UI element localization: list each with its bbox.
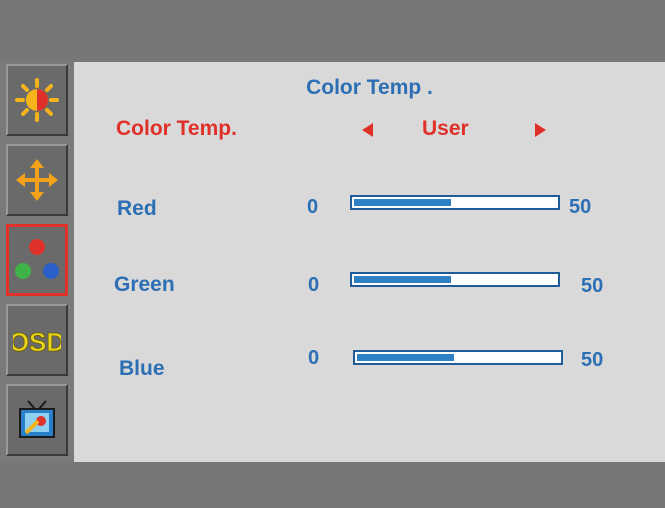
- position-menu-button[interactable]: [6, 144, 68, 216]
- blue-label: Blue: [119, 357, 165, 380]
- red-label: Red: [117, 197, 157, 220]
- color-temp-value: User: [422, 117, 469, 140]
- blue-max: 50: [581, 349, 604, 371]
- blue-min: 0: [308, 347, 320, 369]
- green-slider[interactable]: [350, 272, 560, 287]
- osd-icon-text: OSD: [13, 327, 61, 357]
- color-temp-label[interactable]: Color Temp.: [116, 117, 237, 141]
- brightness-icon: [15, 78, 59, 122]
- red-slider[interactable]: [350, 195, 560, 210]
- bottom-bar: [0, 462, 665, 508]
- osd-icon: OSD: [13, 327, 61, 358]
- arrow-right-icon[interactable]: [535, 123, 546, 137]
- top-bar: [0, 0, 665, 62]
- green-label: Green: [114, 273, 175, 296]
- brightness-menu-button[interactable]: [6, 64, 68, 136]
- red-slider-fill: [354, 199, 451, 206]
- red-min: 0: [307, 196, 319, 218]
- menu-title: Color Temp .: [306, 76, 433, 99]
- arrow-left-icon[interactable]: [362, 123, 373, 137]
- color-icon: [15, 239, 59, 279]
- position-icon: [16, 159, 58, 201]
- color-menu-button[interactable]: [6, 224, 68, 296]
- green-slider-fill: [354, 276, 451, 283]
- red-max: 50: [569, 196, 592, 218]
- blue-slider[interactable]: [353, 350, 563, 365]
- osd-menu-button[interactable]: OSD: [6, 304, 68, 376]
- sidebar: OSD: [0, 62, 74, 462]
- setup-menu-button[interactable]: [6, 384, 68, 456]
- green-max: 50: [581, 275, 604, 297]
- color-temp-panel: Color Temp . Color Temp. User Red 0 50 G…: [74, 62, 665, 462]
- blue-slider-fill: [357, 354, 454, 361]
- setup-icon: [19, 400, 55, 438]
- green-min: 0: [308, 274, 320, 296]
